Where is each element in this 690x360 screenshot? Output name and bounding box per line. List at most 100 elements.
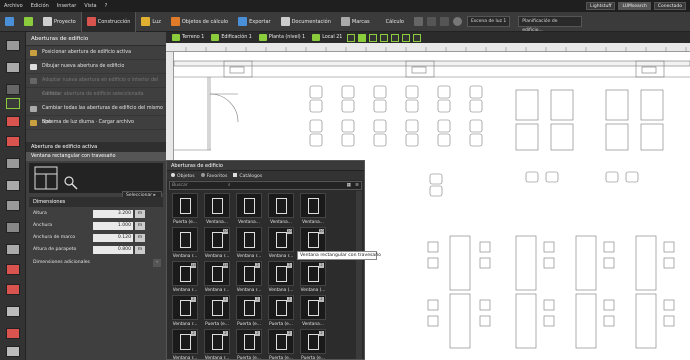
catalog-tile[interactable]: 2 Puerta (e...: [267, 329, 295, 360]
tile-badge: 2: [255, 297, 260, 302]
tool-window-icon[interactable]: [6, 222, 20, 233]
plan-dropdown[interactable]: Planificación de edificio...: [518, 16, 583, 33]
catalog-tile[interactable]: 2 Puerta (e...: [203, 295, 231, 329]
catalog-tile[interactable]: 2 Ventana (...: [299, 261, 327, 295]
catalog-tile[interactable]: 2 Ventana r...: [203, 329, 231, 360]
action-position-opening[interactable]: Posicionar abertura de edificio activa: [26, 46, 166, 60]
tile-tooltip: Ventana rectangular con travesaño: [297, 251, 381, 260]
catalog-tile[interactable]: 24 Ventana r...: [171, 261, 199, 295]
catalog-tile[interactable]: Ventana...: [235, 193, 263, 227]
tool-object-icon[interactable]: [6, 180, 20, 191]
tab-objetos[interactable]: Objetos: [171, 172, 195, 179]
catalog-tile[interactable]: 2 Ventana r...: [171, 329, 199, 360]
menu-help[interactable]: ?: [101, 3, 112, 9]
tile-badge: 2: [191, 297, 196, 302]
undo-button[interactable]: [19, 12, 38, 32]
tab-marcas[interactable]: Marcas: [336, 12, 375, 32]
tool-furniture-icon[interactable]: [6, 158, 20, 169]
tab-favoritos[interactable]: Favoritos: [200, 172, 227, 179]
catalog-tile[interactable]: Ventana...: [299, 193, 327, 227]
tile-badge: 2: [223, 297, 228, 302]
tool-table-icon[interactable]: [6, 244, 20, 255]
catalog-tile[interactable]: Ventana...: [267, 193, 295, 227]
catalog-tile[interactable]: Puerta (e...: [171, 193, 199, 227]
tool-section-icon[interactable]: [6, 306, 20, 317]
catalog-tile[interactable]: 2 Puerta (e...: [235, 329, 263, 360]
catalog-tile[interactable]: 2 Puerta (e...: [299, 329, 327, 360]
tool-chair-icon[interactable]: [6, 264, 20, 275]
action-daylight-system[interactable]: Sistema de luz diurna · Cargar archivo: [26, 116, 166, 130]
tile-label: Ventana r...: [204, 288, 230, 293]
catalog-tile[interactable]: 2 Ventana...: [299, 295, 327, 329]
catalog-tile[interactable]: 20 Ventana r...: [203, 227, 231, 261]
menu-insertar[interactable]: Insertar: [53, 3, 80, 9]
grid-view-icon[interactable]: ▦: [347, 182, 351, 189]
catalog-tile[interactable]: Ventana r...: [171, 227, 199, 261]
save-button[interactable]: [0, 12, 19, 32]
tool-measure-icon[interactable]: [6, 328, 20, 339]
tool-ceiling-icon[interactable]: [6, 136, 20, 147]
flyout-title: Aberturas de edificio: [167, 161, 364, 171]
list-view-icon[interactable]: ≡: [355, 182, 359, 189]
magnifier-icon[interactable]: [63, 175, 79, 191]
tab-documentacion[interactable]: Documentación: [276, 12, 336, 32]
catalog-tile[interactable]: Ventana...: [203, 193, 231, 227]
catalog-tile[interactable]: 2 Puerta (e...: [267, 295, 295, 329]
tab-construccion[interactable]: Construcción: [80, 11, 137, 32]
menu-archivo[interactable]: Archivo: [0, 3, 27, 9]
catalog-tile[interactable]: 2 Ventana r...: [235, 261, 263, 295]
lumsearch-tag[interactable]: LUMsearch: [618, 2, 651, 10]
dim-width-label: Anchura: [33, 223, 53, 228]
extra-dimensions-row[interactable]: Dimensiones adicionales ‹: [29, 258, 163, 268]
dim-height-input[interactable]: 3.200: [93, 210, 133, 218]
opening-frame-icon: [180, 198, 191, 214]
tab-luz[interactable]: Luz: [136, 12, 166, 32]
tab-exportar[interactable]: Exportar: [233, 12, 276, 32]
window-preview: [29, 163, 163, 193]
tool-opening-icon[interactable]: [6, 84, 20, 95]
menu-bar: Archivo Edición Insertar Vista ? Lightst…: [0, 0, 690, 12]
catalog-tile[interactable]: Ventana r...: [235, 227, 263, 261]
flyout-search-input[interactable]: Buscar ⌕ ▦ ≡: [169, 181, 362, 190]
tab-proyecto[interactable]: Proyecto: [38, 12, 81, 32]
tab-catalogos[interactable]: Catálogos: [233, 172, 263, 179]
dim-width-input[interactable]: 1.000: [93, 222, 133, 230]
tile-label: Ventana...: [302, 322, 324, 327]
tool-wall-icon[interactable]: [6, 62, 20, 73]
catalog-tile[interactable]: 2 Ventana r...: [171, 295, 199, 329]
lightstuff-tag[interactable]: Lightstuff: [586, 2, 616, 10]
tab-catalogos-label: Catálogos: [239, 173, 263, 179]
tool-dimension-icon[interactable]: [6, 346, 20, 357]
connection-status[interactable]: Conectado: [653, 2, 686, 10]
dim-frame-input[interactable]: 0.120: [93, 234, 133, 242]
dim-parapet-label: Altura de parapeto: [33, 247, 77, 252]
action-change-all[interactable]: Cambiar todas las aberturas de edificio …: [26, 102, 166, 125]
scene-dropdown[interactable]: Escena de luz 1: [466, 16, 511, 27]
save-icon: [5, 17, 14, 26]
menu-edicion[interactable]: Edición: [27, 3, 53, 9]
tile-badge: 24: [191, 263, 196, 268]
tool-marker-icon[interactable]: [6, 284, 20, 295]
tab-luz-label: Luz: [152, 18, 161, 25]
catalog-tile[interactable]: 2 Puerta (e...: [235, 295, 263, 329]
opening-frame-icon: [212, 266, 223, 282]
catalog-scrollbar[interactable]: [356, 191, 362, 359]
tab-objetos-label: Objetos de cálculo: [181, 18, 229, 25]
tool-stairs-icon[interactable]: [6, 200, 20, 211]
tool-floor-icon[interactable]: [6, 116, 20, 127]
tool-building-icon[interactable]: [6, 40, 20, 51]
catalog-tile[interactable]: 2 Ventana (...: [267, 261, 295, 295]
tab-construccion-label: Construcción: [97, 18, 131, 25]
catalog-tile[interactable]: 24 Ventana r...: [203, 261, 231, 295]
catalog-tile[interactable]: 20 Ventana r...: [267, 227, 295, 261]
action-draw-opening[interactable]: Dibujar nueva abertura de edificio: [26, 60, 166, 74]
tile-label: Ventana r...: [172, 356, 198, 360]
opening-frame-icon: [308, 334, 319, 350]
tool-room-icon[interactable]: [6, 98, 20, 109]
opening-thumbnail-icon: [204, 193, 230, 218]
calc-controls[interactable]: [409, 12, 467, 32]
dim-frame-unit: m: [135, 234, 145, 242]
menu-vista[interactable]: Vista: [80, 3, 100, 9]
tab-objetos-calculo[interactable]: Objetos de cálculo: [166, 12, 233, 32]
dim-parapet-input[interactable]: 0.800: [93, 246, 133, 254]
